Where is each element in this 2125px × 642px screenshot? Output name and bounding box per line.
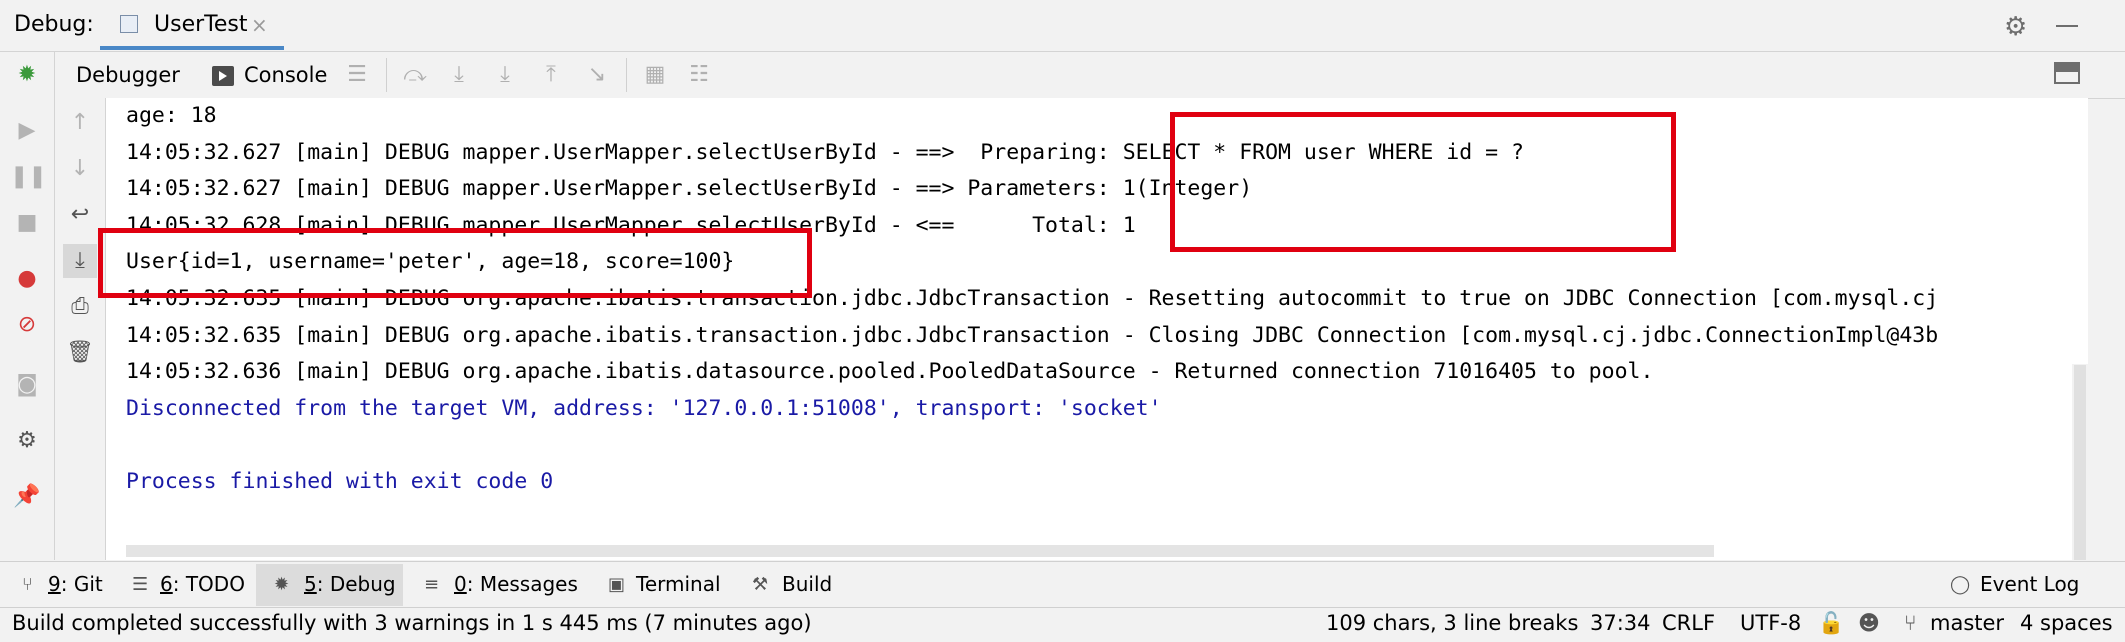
toolbar-divider: [626, 58, 627, 92]
bug-icon: ✹: [274, 574, 290, 595]
rerun-bug-icon[interactable]: ✹: [10, 58, 44, 92]
tool-todo-key: 6: [160, 572, 173, 596]
list-icon: ☰: [132, 574, 149, 595]
trace-stream-icon[interactable]: ☷: [684, 60, 714, 90]
tool-messages-label: : Messages: [466, 572, 578, 596]
show-execution-point-icon[interactable]: ⤼: [400, 60, 430, 90]
tool-git-key: 9: [48, 572, 61, 596]
lock-icon[interactable]: 🔓: [1818, 606, 1844, 640]
debug-actions-sidebar: ✹ ▶ ❚❚ ■ ● ⊘ ◙ ⚙ 📌: [0, 52, 55, 560]
menu-icon[interactable]: ☰: [342, 60, 372, 90]
highlight-box-result: [98, 228, 812, 298]
layout-settings-icon[interactable]: [2054, 62, 2080, 84]
view-breakpoints-icon[interactable]: ●: [10, 262, 44, 296]
console-actions-sidebar: ↑ ↓ ↩ ⤓ ⎙ 🗑: [55, 98, 106, 560]
tool-build[interactable]: Build: [782, 572, 832, 596]
stop-icon[interactable]: ■: [10, 206, 44, 240]
tab-debugger[interactable]: Debugger: [76, 63, 180, 87]
run-config-icon: [120, 15, 138, 33]
terminal-icon: ▣: [608, 574, 626, 595]
tool-messages-key: 0: [454, 572, 467, 596]
selection-info[interactable]: 109 chars, 3 line breaks: [1326, 606, 1578, 640]
resume-icon[interactable]: ▶: [10, 114, 44, 148]
highlight-box-sql: [1170, 112, 1676, 252]
camera-icon[interactable]: ◙: [10, 368, 44, 402]
mute-breakpoints-icon[interactable]: ⊘: [10, 308, 44, 342]
branch-icon: ⑂: [22, 574, 33, 595]
file-encoding[interactable]: UTF-8: [1740, 606, 1801, 640]
run-to-cursor-icon[interactable]: ↘: [582, 60, 612, 90]
tool-git-label: : Git: [60, 572, 103, 596]
messages-icon: ≡: [424, 574, 440, 595]
step-into-icon[interactable]: ⤓: [490, 60, 520, 90]
tool-messages[interactable]: 0: Messages: [454, 572, 578, 596]
evaluate-expression-icon[interactable]: ▦: [640, 60, 670, 90]
status-message[interactable]: Build completed successfully with 3 warn…: [12, 606, 812, 640]
pause-icon[interactable]: ❚❚: [10, 160, 47, 194]
vertical-scrollbar-track: [2072, 98, 2088, 364]
hammer-icon: ⚒: [752, 574, 769, 595]
step-over-icon[interactable]: ⤓: [444, 60, 474, 90]
close-icon[interactable]: ×: [251, 13, 268, 37]
gear-icon[interactable]: ⚙: [2004, 12, 2027, 42]
console-line: Disconnected from the target VM, address…: [126, 395, 1162, 421]
console-output[interactable]: age: 18 14:05:32.627 [main] DEBUG mapper.…: [106, 98, 2072, 560]
line-separator[interactable]: CRLF: [1662, 606, 1715, 640]
tool-todo-label: : TODO: [172, 572, 245, 596]
debug-title-bar: [0, 0, 2125, 52]
minimize-icon[interactable]: [2056, 25, 2078, 27]
toolbar-divider: [386, 58, 387, 92]
debug-window-label: Debug:: [14, 12, 94, 37]
tool-todo[interactable]: 6: TODO: [160, 572, 245, 596]
soft-wrap-icon[interactable]: ↩: [63, 198, 97, 232]
scroll-to-end-icon[interactable]: ⤓: [63, 244, 97, 278]
print-icon[interactable]: ⎙: [63, 290, 97, 324]
step-out-icon[interactable]: ⤒: [536, 60, 566, 90]
tool-event-log[interactable]: Event Log: [1980, 572, 2079, 596]
pin-icon[interactable]: 📌: [10, 480, 44, 514]
inspector-icon[interactable]: ☻: [1858, 606, 1880, 640]
tab-usertest-label: UserTest: [154, 12, 248, 37]
tab-console[interactable]: Console: [244, 63, 327, 87]
arrow-down-icon[interactable]: ↓: [63, 152, 97, 186]
settings-icon[interactable]: ⚙: [10, 424, 44, 458]
console-line: 14:05:32.636 [main] DEBUG org.apache.iba…: [126, 359, 1654, 385]
console-line: 14:05:32.635 [main] DEBUG org.apache.iba…: [126, 322, 1939, 348]
horizontal-scrollbar[interactable]: [126, 545, 1714, 557]
git-branch[interactable]: master: [1930, 606, 2004, 640]
console-icon: [212, 66, 234, 86]
console-line: Process finished with exit code 0: [126, 468, 554, 494]
caret-position[interactable]: 37:34: [1590, 606, 1651, 640]
event-log-icon: ◯: [1950, 574, 1971, 595]
tool-debug-key: 5: [304, 572, 317, 596]
vertical-scrollbar[interactable]: [2074, 365, 2086, 560]
tab-usertest[interactable]: UserTest ×: [100, 0, 284, 50]
tool-git[interactable]: 9: Git: [48, 572, 103, 596]
indent-setting[interactable]: 4 spaces: [2020, 606, 2113, 640]
branch-icon: ⑂: [1904, 611, 1917, 635]
tool-debug[interactable]: 5: Debug: [304, 572, 396, 596]
trash-icon[interactable]: 🗑: [63, 336, 97, 370]
arrow-up-icon[interactable]: ↑: [63, 106, 97, 140]
tool-terminal[interactable]: Terminal: [636, 572, 721, 596]
tool-debug-label: : Debug: [316, 572, 396, 596]
